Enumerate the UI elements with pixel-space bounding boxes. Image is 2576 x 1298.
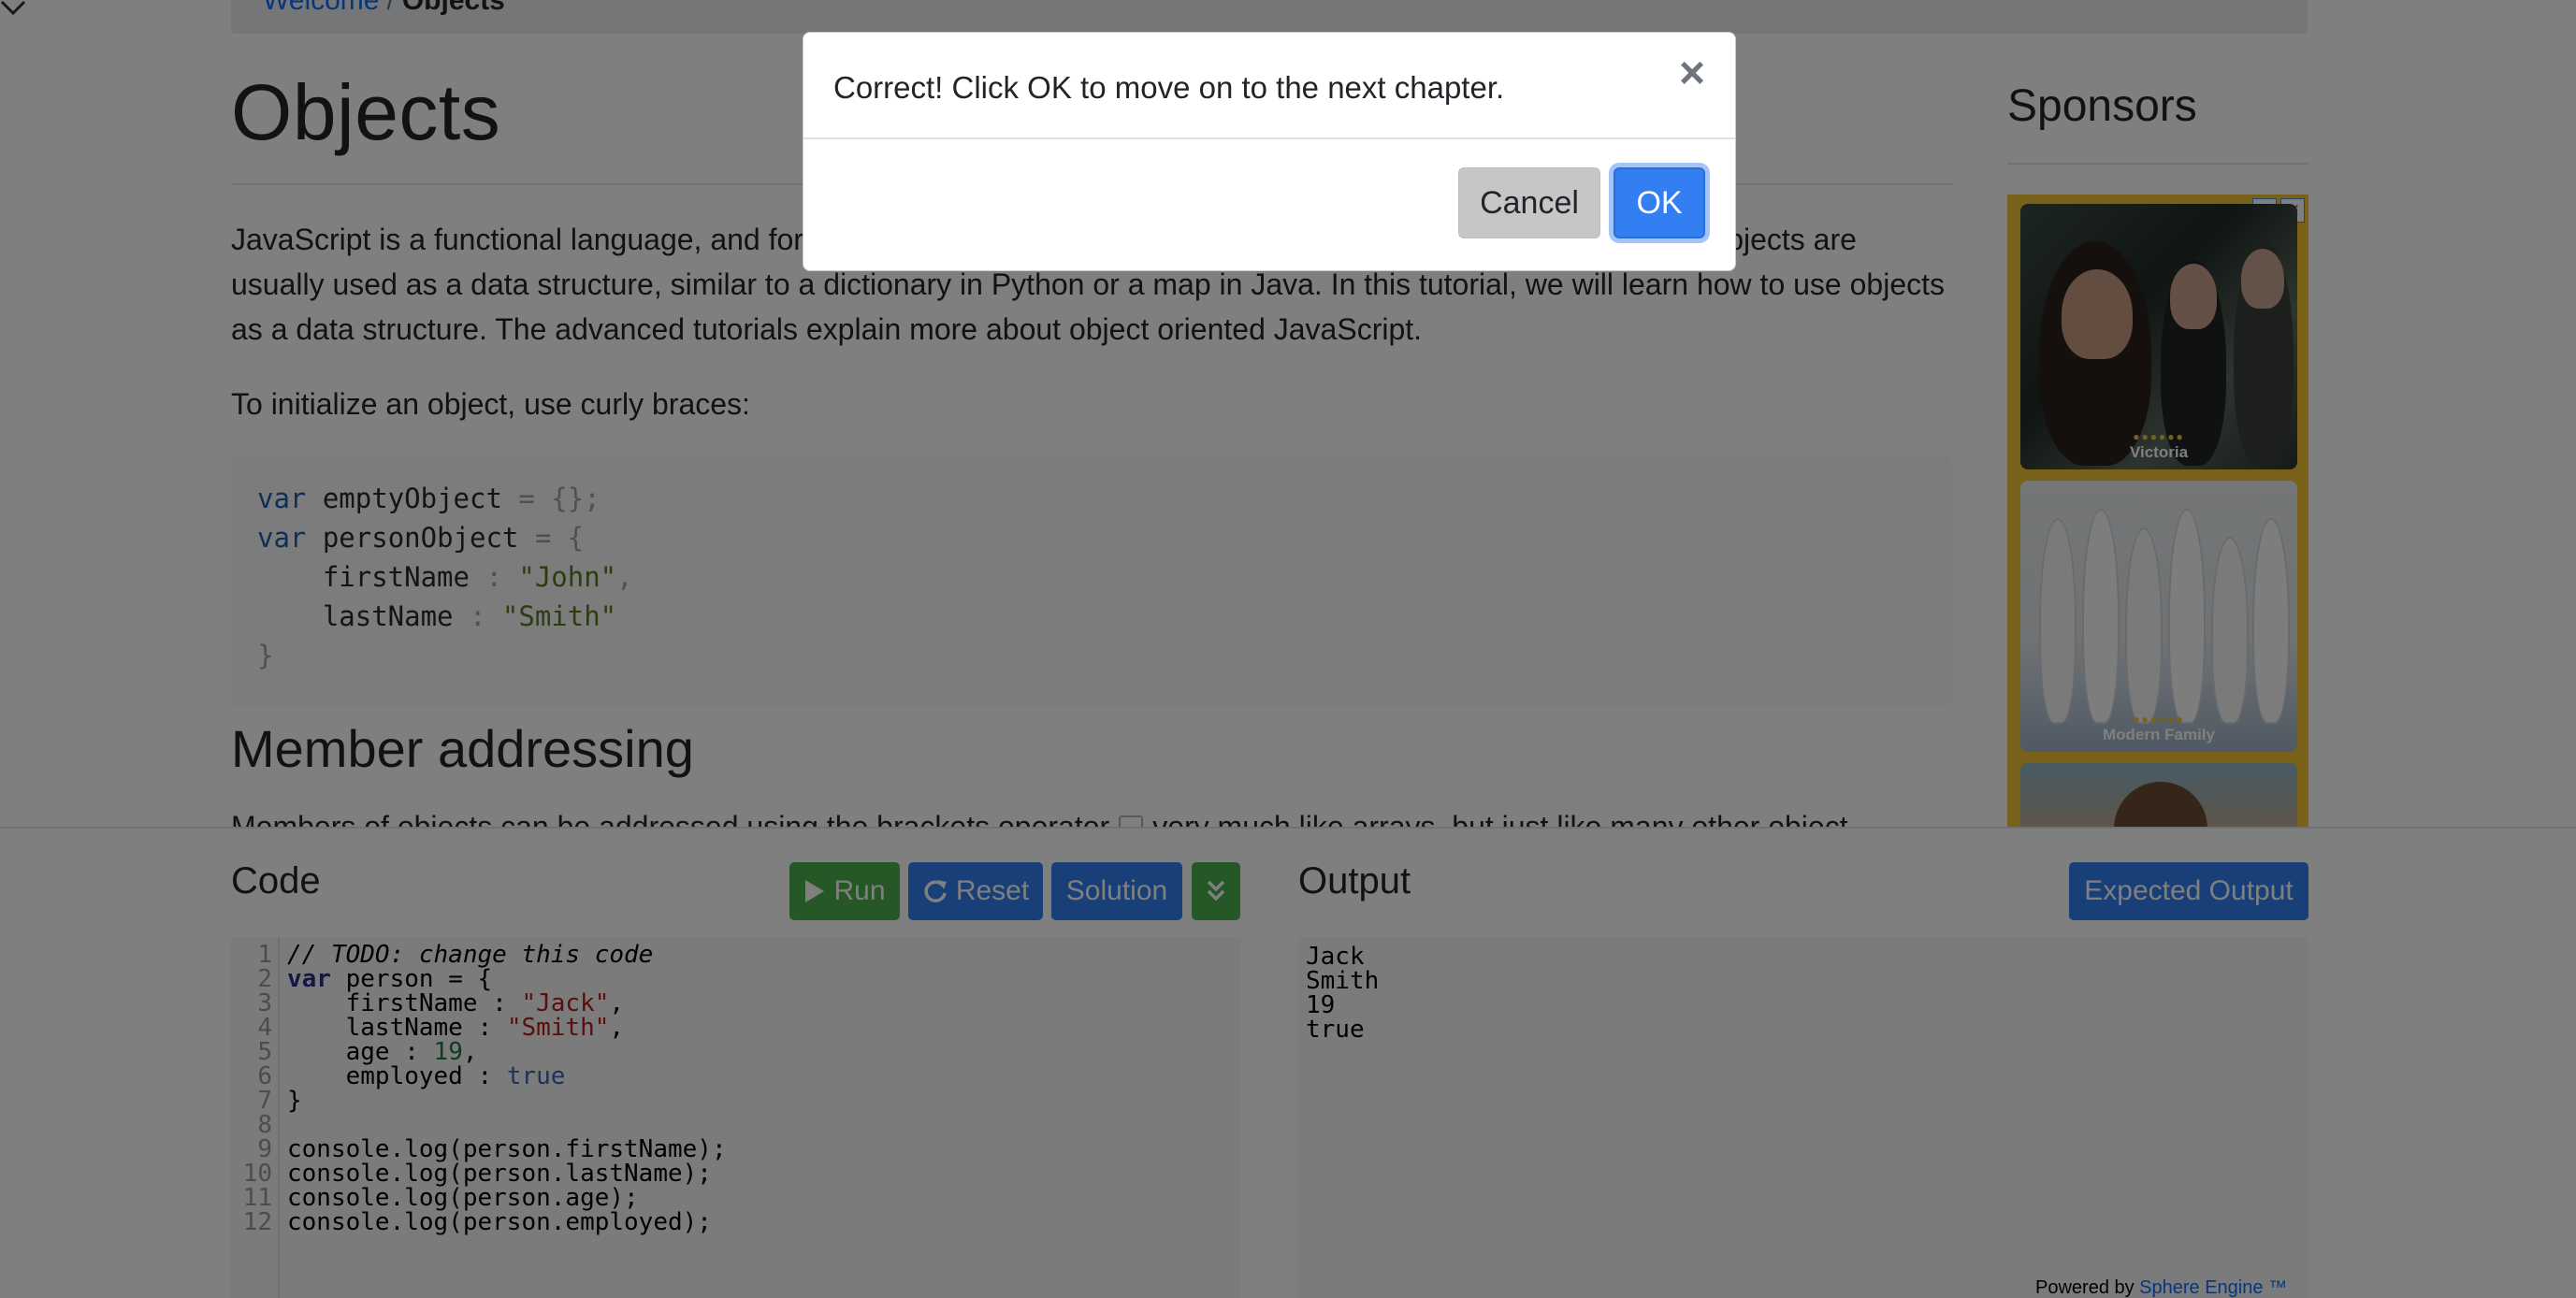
close-icon[interactable]: × [1679, 51, 1705, 96]
ok-button[interactable]: OK [1614, 167, 1705, 238]
dialog-header: Correct! Click OK to move on to the next… [803, 33, 1735, 139]
confirmation-dialog: Correct! Click OK to move on to the next… [803, 32, 1736, 271]
cancel-button[interactable]: Cancel [1458, 167, 1600, 238]
dialog-message: Correct! Click OK to move on to the next… [833, 70, 1505, 105]
dialog-footer: Cancel OK [803, 139, 1735, 272]
